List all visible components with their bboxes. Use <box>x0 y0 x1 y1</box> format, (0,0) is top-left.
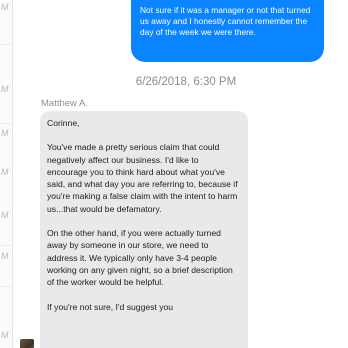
rail-divider <box>0 245 12 246</box>
incoming-message-bubble[interactable]: Corinne, You've made a pretty serious cl… <box>40 111 248 348</box>
conversation-screen: M M M M M M M Not sure if it was a manag… <box>0 0 348 348</box>
rail-letter: M <box>1 128 9 138</box>
message-paragraph: You've made a pretty serious claim that … <box>47 142 238 214</box>
rail-letter: M <box>1 251 9 261</box>
rail-divider <box>0 44 12 45</box>
rail-letter: M <box>1 2 9 12</box>
outgoing-message-text: Not sure if it was a manager or not that… <box>140 5 311 38</box>
sender-avatar[interactable] <box>20 339 34 348</box>
rail-letter: M <box>1 167 9 177</box>
rail-divider <box>0 286 12 287</box>
rail-letter: M <box>1 210 9 220</box>
rail-divider <box>0 123 12 124</box>
message-greeting: Corinne, <box>47 118 80 128</box>
conversation-list-rail: M M M M M M M <box>0 0 13 348</box>
sender-name: Matthew A. <box>41 98 88 109</box>
rail-letter: M <box>1 330 9 340</box>
message-timestamp: 6/26/2018, 6:30 PM <box>135 76 237 88</box>
message-paragraph: If you're not sure, I'd suggest you <box>47 301 174 312</box>
message-paragraph: On the other hand, if you were actually … <box>47 228 233 288</box>
outgoing-message-bubble[interactable]: Not sure if it was a manager or not that… <box>131 0 324 62</box>
